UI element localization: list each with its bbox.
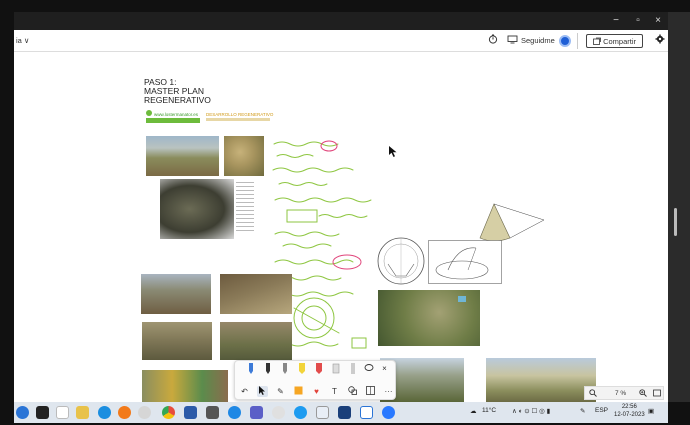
select-pointer-icon[interactable]	[257, 386, 268, 397]
zoom-in-icon[interactable]	[639, 389, 647, 399]
network-icon[interactable]: ✎	[580, 407, 585, 415]
pen-blue-icon[interactable]	[245, 363, 256, 374]
undo-icon[interactable]: ↶	[239, 386, 250, 397]
screen: − ▫ × ia ∨ Seguidme Compartir PASO 1: MA…	[0, 0, 690, 425]
site-map-legend	[236, 182, 254, 234]
pencil-icon[interactable]: ✎	[275, 386, 286, 397]
ruler-icon[interactable]	[347, 363, 358, 374]
zoom-search-icon[interactable]	[589, 389, 597, 399]
whiteboard-app-icon[interactable]	[360, 406, 373, 419]
vertical-scrollbar[interactable]	[674, 208, 677, 236]
valley-photo[interactable]	[486, 358, 596, 402]
weather-icon[interactable]: ☁	[470, 407, 477, 415]
landscape-photo-2[interactable]	[220, 274, 292, 314]
sticky-note-icon[interactable]	[293, 386, 304, 397]
photos-app-icon[interactable]	[206, 406, 219, 419]
cone-diagram[interactable]	[474, 200, 554, 244]
page-title: PASO 1: MASTER PLAN REGENERATIVO	[144, 78, 211, 105]
minimize-button[interactable]: −	[606, 12, 626, 30]
text-tool-icon[interactable]: T	[329, 386, 340, 397]
zoom-level: 7 %	[615, 390, 627, 397]
green-logo-bar	[146, 118, 200, 123]
green-logo-text: www.lostermanator.es	[154, 112, 199, 117]
window-titlebar: − ▫ ×	[14, 12, 668, 30]
close-panel-icon[interactable]: ×	[379, 363, 390, 374]
orange-logo-subline	[206, 118, 270, 121]
sun-path-diagram[interactable]	[376, 236, 426, 286]
village-photo-1[interactable]	[142, 322, 212, 360]
teams-app-icon[interactable]	[250, 406, 263, 419]
settings-gear-icon[interactable]	[655, 34, 665, 48]
fit-screen-icon[interactable]	[653, 389, 661, 399]
follow-icon[interactable]	[507, 34, 518, 48]
app-icon-18[interactable]	[382, 406, 395, 419]
toolbar-divider	[577, 33, 578, 49]
highlighter-red-icon[interactable]	[313, 363, 324, 374]
notifications-icon[interactable]: ▣	[648, 407, 654, 415]
eraser-icon[interactable]	[330, 363, 341, 374]
farm-pool	[458, 296, 466, 302]
pen-black-icon[interactable]	[262, 363, 273, 374]
insert-image-icon[interactable]	[365, 386, 376, 397]
telegram-app-icon[interactable]	[98, 406, 111, 419]
shapes-icon[interactable]	[347, 386, 358, 397]
window-right-edge	[668, 12, 690, 402]
maximize-button[interactable]: ▫	[628, 12, 648, 30]
whiteboard-canvas[interactable]: PASO 1: MASTER PLAN REGENERATIVO www.los…	[14, 52, 668, 402]
app-icon-9[interactable]	[184, 406, 197, 419]
share-button-label: Compartir	[603, 37, 637, 46]
follow-button[interactable]: Seguidme	[521, 34, 555, 48]
close-button[interactable]: ×	[648, 12, 668, 30]
colorful-map-photo[interactable]	[142, 370, 228, 402]
share-icon	[593, 37, 601, 45]
terminal-app-icon[interactable]	[36, 406, 49, 419]
landscape-photo-1[interactable]	[141, 274, 211, 314]
app-icon-16[interactable]	[338, 406, 351, 419]
orange-logo-text: DESARROLLO REGENERATIVO	[206, 112, 274, 117]
avatar[interactable]	[559, 35, 571, 49]
pen-gray-icon[interactable]	[279, 363, 290, 374]
shadow-projection-diagram[interactable]	[428, 240, 502, 284]
app-toolbar: ia ∨ Seguidme Compartir	[14, 30, 668, 52]
clock[interactable]: 22:56 12-07-2023	[614, 403, 645, 419]
system-tray-icons[interactable]: ∧ ◐ ⊙ ☐ ◎ ▮	[512, 407, 550, 415]
site-map-image[interactable]	[160, 179, 234, 239]
document-app-icon[interactable]	[56, 406, 69, 419]
language-indicator[interactable]: ESP	[595, 407, 608, 414]
firefox-app-icon[interactable]	[118, 406, 131, 419]
app-icon-11[interactable]	[228, 406, 241, 419]
start-windows-icon[interactable]	[16, 406, 29, 419]
mouse-cursor-icon	[389, 144, 398, 162]
drawing-toolbar: × ↶ ✎ ♥ T ···	[234, 360, 396, 400]
timer-icon[interactable]	[488, 34, 498, 48]
aerial-photo-1[interactable]	[146, 136, 219, 176]
title-line-3: REGENERATIVO	[144, 95, 211, 105]
skype-app-icon[interactable]	[294, 406, 307, 419]
reaction-heart-icon[interactable]: ♥	[311, 386, 322, 397]
app-icon-7[interactable]	[138, 406, 151, 419]
chrome-app-icon[interactable]	[162, 406, 175, 419]
zoom-control: 7 %	[584, 386, 664, 400]
share-button[interactable]: Compartir	[586, 34, 644, 48]
windows-taskbar: ☁ 11°C ∧ ◐ ⊙ ☐ ◎ ▮ ✎ ESP 22:56 12-07-202…	[14, 402, 668, 423]
village-photo-2[interactable]	[220, 322, 292, 360]
lasso-icon[interactable]	[363, 363, 374, 374]
highlighter-yellow-icon[interactable]	[296, 363, 307, 374]
clock-time: 22:56	[621, 404, 637, 410]
green-logo-mark	[146, 110, 152, 116]
clock-date: 12-07-2023	[614, 412, 645, 418]
file-explorer-icon[interactable]	[76, 406, 89, 419]
more-options-icon[interactable]: ···	[383, 386, 394, 397]
app-icon-15[interactable]	[316, 406, 329, 419]
workspace-dropdown[interactable]: ia ∨	[16, 36, 29, 45]
aerial-photo-2[interactable]	[224, 136, 264, 176]
app-icon-13[interactable]	[272, 406, 285, 419]
weather-temperature[interactable]: 11°C	[482, 407, 496, 414]
